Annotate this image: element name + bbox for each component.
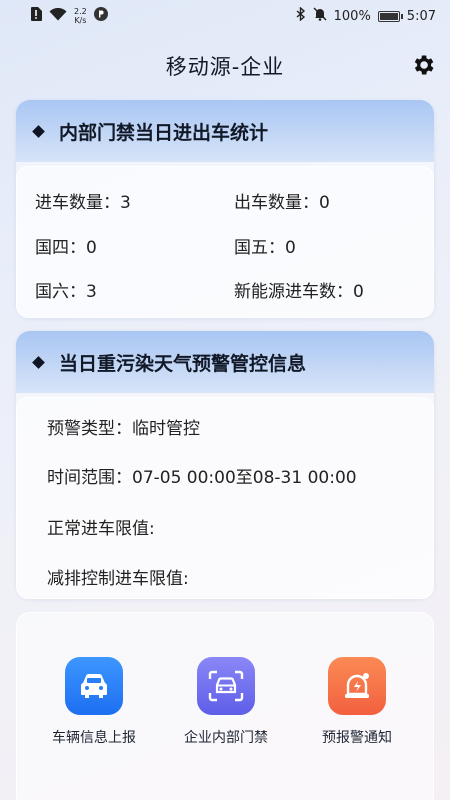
app-header: 移动源-企业 bbox=[0, 44, 450, 88]
gate-stats-body: 进车数量：3 出车数量：0 国四：0 国五：0 国六：3 新能源进车数：0 bbox=[16, 166, 434, 318]
alarm-bell-icon bbox=[328, 657, 386, 715]
warning-body: 预警类型：临时管控 时间范围：07-05 00:00至08-31 00:00 正… bbox=[16, 397, 434, 599]
warning-card: 当日重污染天气预警管控信息 预警类型：临时管控 时间范围：07-05 00:00… bbox=[16, 331, 434, 599]
diamond-bullet-icon bbox=[32, 124, 45, 138]
status-left: 2.2 K/s bbox=[30, 7, 108, 25]
warning-type: 预警类型：临时管控 bbox=[47, 419, 200, 439]
alarm-notice-label: 预报警通知 bbox=[322, 730, 392, 746]
warning-title: 当日重污染天气预警管控信息 bbox=[59, 352, 307, 375]
guo4-count: 国四：0 bbox=[35, 238, 97, 258]
function-grid: 车辆信息上报 企业内部门禁 预报警通知 bbox=[16, 612, 434, 800]
car-icon bbox=[65, 657, 123, 715]
p-badge-icon bbox=[93, 7, 108, 25]
new-energy-count: 新能源进车数：0 bbox=[234, 282, 364, 302]
car-scan-icon bbox=[197, 657, 255, 715]
gear-icon bbox=[414, 55, 434, 75]
reduced-limit: 减排控制进车限值: bbox=[47, 569, 189, 589]
stat-row: 进车数量：3 出车数量：0 bbox=[35, 188, 433, 213]
page-title: 移动源-企业 bbox=[165, 55, 285, 79]
gate-stats-header: 内部门禁当日进出车统计 bbox=[16, 100, 434, 162]
alarm-notice-button[interactable]: 预报警通知 bbox=[292, 657, 422, 747]
gate-stats-title: 内部门禁当日进出车统计 bbox=[59, 121, 269, 144]
battery-icon bbox=[377, 10, 403, 22]
vehicle-report-button[interactable]: 车辆信息上报 bbox=[29, 657, 159, 747]
bluetooth-icon bbox=[296, 6, 306, 25]
warning-header: 当日重污染天气预警管控信息 bbox=[16, 331, 434, 393]
in-count: 进车数量：3 bbox=[35, 193, 131, 213]
status-right: 100% 5:07 bbox=[296, 6, 436, 25]
clock: 5:07 bbox=[406, 8, 436, 24]
stat-row: 国四：0 国五：0 bbox=[35, 233, 433, 258]
warning-time-range: 时间范围：07-05 00:00至08-31 00:00 bbox=[47, 468, 357, 488]
vehicle-report-label: 车辆信息上报 bbox=[52, 730, 136, 746]
battery-percent: 100% bbox=[333, 8, 371, 24]
internal-gate-button[interactable]: 企业内部门禁 bbox=[161, 657, 291, 747]
out-count: 出车数量：0 bbox=[234, 193, 330, 213]
diamond-bullet-icon bbox=[32, 355, 45, 369]
settings-button[interactable] bbox=[410, 52, 436, 78]
guo6-count: 国六：3 bbox=[35, 282, 97, 302]
mute-bell-icon bbox=[313, 7, 327, 25]
status-bar: 2.2 K/s 100% 5:07 bbox=[0, 0, 450, 32]
network-speed: 2.2 K/s bbox=[74, 7, 87, 25]
normal-limit: 正常进车限值: bbox=[47, 519, 155, 539]
stat-row: 国六：3 新能源进车数：0 bbox=[35, 277, 433, 302]
wifi-icon bbox=[49, 7, 67, 25]
sim-alert-icon bbox=[30, 7, 42, 25]
gate-stats-card: 内部门禁当日进出车统计 进车数量：3 出车数量：0 国四：0 国五：0 国六：3… bbox=[16, 100, 434, 318]
internal-gate-label: 企业内部门禁 bbox=[184, 730, 268, 746]
network-speed-unit: K/s bbox=[74, 16, 87, 25]
network-speed-value: 2.2 bbox=[74, 7, 87, 16]
guo5-count: 国五：0 bbox=[234, 238, 296, 258]
